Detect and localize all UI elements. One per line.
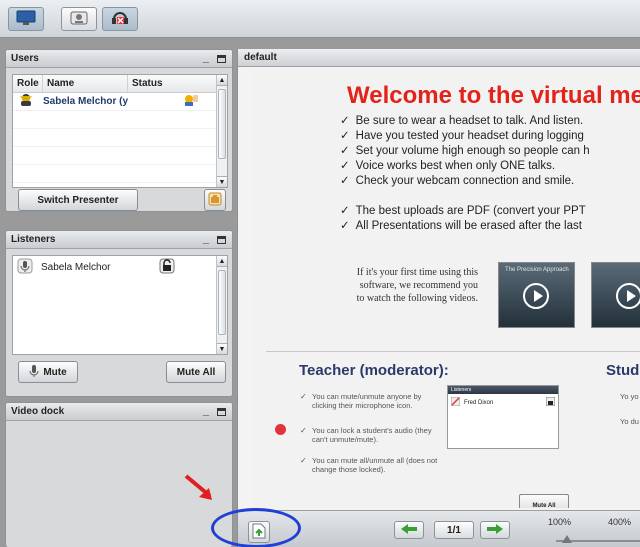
table-row bbox=[13, 147, 227, 165]
column-header-role[interactable]: Role bbox=[13, 75, 43, 92]
zoom-slider-thumb[interactable] bbox=[562, 535, 572, 543]
presentation-header: default bbox=[238, 49, 640, 67]
table-row bbox=[13, 165, 227, 183]
arrow-left-icon bbox=[400, 523, 418, 538]
video-dock-header: Video dock _ bbox=[6, 403, 232, 421]
annotation-arrow-icon bbox=[184, 474, 212, 500]
users-panel-title: Users bbox=[11, 53, 39, 64]
mini-mute-all: Mute All bbox=[519, 494, 569, 508]
list-item: You can mute all/unmute all (does not ch… bbox=[300, 456, 442, 474]
monitor-icon bbox=[16, 10, 36, 29]
scroll-up-icon[interactable]: ▲ bbox=[217, 75, 227, 86]
list-item: Yo yo bbox=[620, 392, 639, 401]
play-icon bbox=[523, 283, 549, 309]
list-item: ✓ Set your volume high enough so people c… bbox=[340, 145, 590, 157]
slide-divider bbox=[266, 351, 640, 352]
list-item: ✓ Have you tested your headset during log… bbox=[340, 130, 584, 142]
list-item: Yo du mi bbox=[620, 417, 640, 426]
listener-name: Sabela Melchor bbox=[41, 261, 111, 273]
listeners-panel-header: Listeners _ bbox=[6, 231, 232, 249]
list-item: ✓ The best uploads are PDF (convert your … bbox=[340, 205, 586, 217]
list-item: You can lock a student's audio (they can… bbox=[300, 426, 442, 444]
video-thumbnail: The Precision Approach bbox=[498, 262, 575, 328]
list-item: Fred Dixon bbox=[448, 394, 558, 411]
column-header-status[interactable]: Status bbox=[128, 75, 217, 92]
maximize-button[interactable] bbox=[217, 55, 226, 63]
lock-icon bbox=[545, 396, 556, 408]
scroll-thumb[interactable] bbox=[218, 270, 226, 335]
video-caption: The Precision Approach bbox=[505, 267, 569, 273]
audio-off-icon bbox=[110, 10, 130, 29]
listeners-panel: Listeners _ Sabela Melchor ▲ ▼ Mute Mute… bbox=[5, 230, 233, 397]
raise-hand-button[interactable] bbox=[204, 189, 226, 211]
slide-heading: Welcome to the virtual me bbox=[347, 82, 640, 109]
users-scrollbar[interactable]: ▲ ▼ bbox=[216, 75, 227, 187]
minimize-button[interactable]: _ bbox=[203, 52, 209, 64]
maximize-button[interactable] bbox=[217, 408, 226, 416]
list-item: ✓ All Presentations will be erased after … bbox=[340, 220, 582, 232]
list-item[interactable]: Sabela Melchor bbox=[13, 256, 227, 278]
table-row bbox=[13, 129, 227, 147]
users-table-header: Role Name Status bbox=[13, 75, 227, 93]
list-item: ✓ Voice works best when only ONE talks. bbox=[340, 160, 556, 172]
presenter-icon bbox=[13, 93, 43, 110]
mini-panel-title: Listeners bbox=[448, 386, 558, 394]
scroll-thumb[interactable] bbox=[218, 89, 226, 159]
table-row bbox=[13, 111, 227, 129]
top-toolbar bbox=[0, 0, 640, 38]
switch-presenter-button[interactable]: Switch Presenter bbox=[18, 189, 138, 211]
microphone-icon bbox=[29, 364, 39, 381]
scroll-down-icon[interactable]: ▼ bbox=[217, 343, 227, 354]
microphone-muted-icon bbox=[450, 396, 461, 408]
list-item: You can mute/unmute anyone by clicking t… bbox=[300, 392, 442, 410]
presentation-panel: default Welcome to the virtual me ✓ Be su… bbox=[237, 49, 640, 547]
users-table-body: Sabela Melchor (y bbox=[13, 93, 227, 183]
raise-hand-icon bbox=[128, 93, 217, 110]
annotation-ellipse bbox=[211, 508, 301, 547]
student-heading: Stud bbox=[606, 362, 640, 379]
slide-bullets: ✓ Be sure to wear a headset to talk. And … bbox=[340, 114, 590, 234]
maximize-button[interactable] bbox=[217, 236, 226, 244]
mute-label: Mute bbox=[43, 366, 67, 378]
list-item: ✓ Check your webcam connection and smile. bbox=[340, 175, 575, 187]
table-row[interactable]: Sabela Melchor (y bbox=[13, 93, 227, 111]
next-page-button[interactable] bbox=[480, 521, 510, 539]
video-thumbnail bbox=[591, 262, 640, 328]
play-icon bbox=[616, 283, 640, 309]
video-intro-text: If it's your first time using this softw… bbox=[356, 267, 478, 304]
presentation-slide: Welcome to the virtual me ✓ Be sure to we… bbox=[252, 68, 640, 508]
scroll-down-icon[interactable]: ▼ bbox=[217, 176, 227, 187]
zoom-max-label: 400% bbox=[608, 517, 632, 527]
teacher-heading: Teacher (moderator): bbox=[299, 362, 449, 379]
recording-dot-icon bbox=[275, 424, 286, 435]
previous-page-button[interactable] bbox=[394, 521, 424, 539]
list-item: ✓ Be sure to wear a headset to talk. And … bbox=[340, 115, 584, 127]
users-panel: Users _ Role Name Status Sabela Melchor … bbox=[5, 49, 233, 212]
users-table: Role Name Status Sabela Melchor (y ▲ ▼ bbox=[12, 74, 228, 188]
minimize-button[interactable]: _ bbox=[203, 233, 209, 245]
users-panel-header: Users _ bbox=[6, 50, 232, 68]
mute-button[interactable]: Mute bbox=[18, 361, 78, 383]
lock-icon[interactable] bbox=[159, 258, 175, 277]
hand-icon bbox=[208, 192, 222, 209]
scroll-up-icon[interactable]: ▲ bbox=[217, 256, 227, 267]
webcam-icon bbox=[69, 10, 89, 29]
microphone-icon[interactable] bbox=[17, 258, 33, 277]
microphone-toggle-button[interactable] bbox=[102, 7, 138, 31]
mini-listeners-panel: Listeners Fred Dixon bbox=[447, 385, 559, 449]
listeners-scrollbar[interactable]: ▲ ▼ bbox=[216, 256, 227, 354]
column-header-name[interactable]: Name bbox=[43, 75, 128, 92]
listeners-list: Sabela Melchor ▲ ▼ bbox=[12, 255, 228, 355]
webcam-share-button[interactable] bbox=[61, 7, 97, 31]
zoom-min-label: 100% bbox=[548, 517, 572, 527]
desktop-share-button[interactable] bbox=[8, 7, 44, 31]
arrow-right-icon bbox=[486, 523, 504, 538]
listeners-panel-title: Listeners bbox=[11, 234, 56, 245]
mute-all-button[interactable]: Mute All bbox=[166, 361, 226, 383]
user-name: Sabela Melchor (y bbox=[43, 96, 128, 107]
video-dock-title: Video dock bbox=[11, 406, 65, 417]
mini-panel-user: Fred Dixon bbox=[464, 399, 494, 406]
minimize-button[interactable]: _ bbox=[203, 405, 209, 417]
page-indicator[interactable]: 1/1 bbox=[434, 521, 474, 539]
